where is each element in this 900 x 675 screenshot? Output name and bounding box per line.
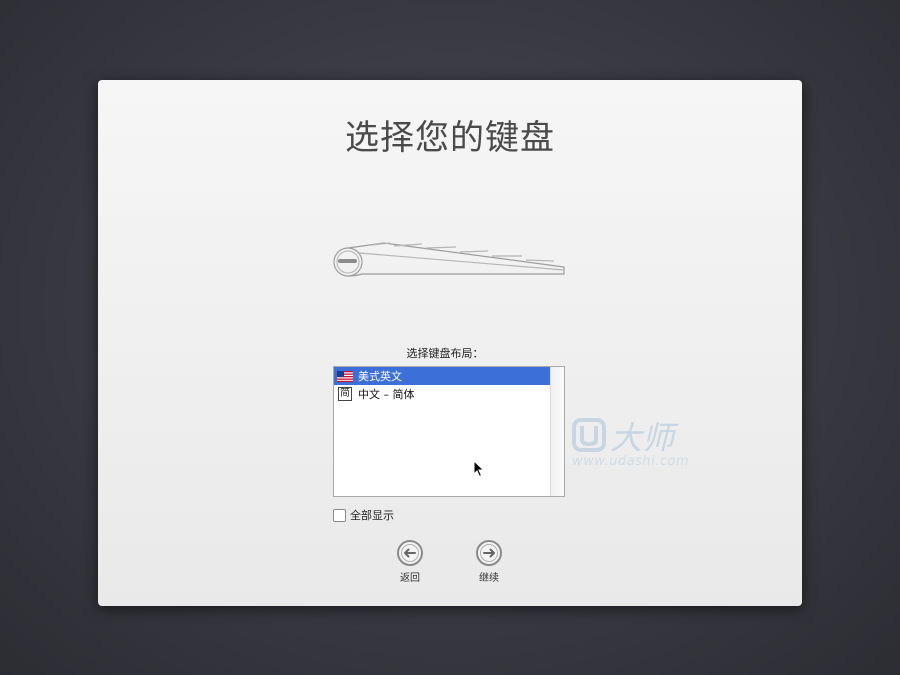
keyboard-layout-list[interactable]: 美式英文 简 中文 – 简体	[333, 366, 565, 497]
list-item-label: 中文 – 简体	[358, 388, 415, 401]
show-all-label: 全部显示	[350, 509, 394, 522]
list-scrollbar[interactable]	[550, 367, 564, 496]
simplified-chinese-icon: 简	[338, 387, 352, 401]
show-all-checkbox[interactable]	[333, 508, 346, 522]
back-arrow-icon	[397, 540, 423, 566]
watermark: 大师 www.udashi.com	[572, 416, 712, 469]
list-item[interactable]: 美式英文	[334, 367, 551, 385]
keyboard-illustration	[333, 242, 565, 277]
us-flag-icon	[337, 370, 353, 382]
mouse-cursor-icon	[473, 460, 485, 478]
back-button[interactable]: 返回	[380, 539, 440, 584]
list-item-label: 美式英文	[358, 370, 402, 383]
svg-text:大师: 大师	[610, 419, 679, 456]
setup-panel: 选择您的键盘 选择键盘布局： 美式英文 简 中文 – 简体 全部显示 返回 继续…	[98, 80, 802, 606]
continue-label: 继续	[479, 573, 499, 584]
back-label: 返回	[400, 573, 420, 584]
page-title: 选择您的键盘	[345, 118, 555, 158]
forward-arrow-icon	[476, 540, 502, 566]
udashi-logo: 大师	[572, 418, 679, 457]
watermark-url: www.udashi.com	[572, 454, 690, 469]
keyboard-layout-label: 选择键盘布局：	[406, 347, 484, 360]
show-all-option[interactable]: 全部显示	[333, 507, 394, 523]
continue-button[interactable]: 继续	[459, 539, 519, 584]
list-item[interactable]: 简 中文 – 简体	[334, 385, 551, 403]
